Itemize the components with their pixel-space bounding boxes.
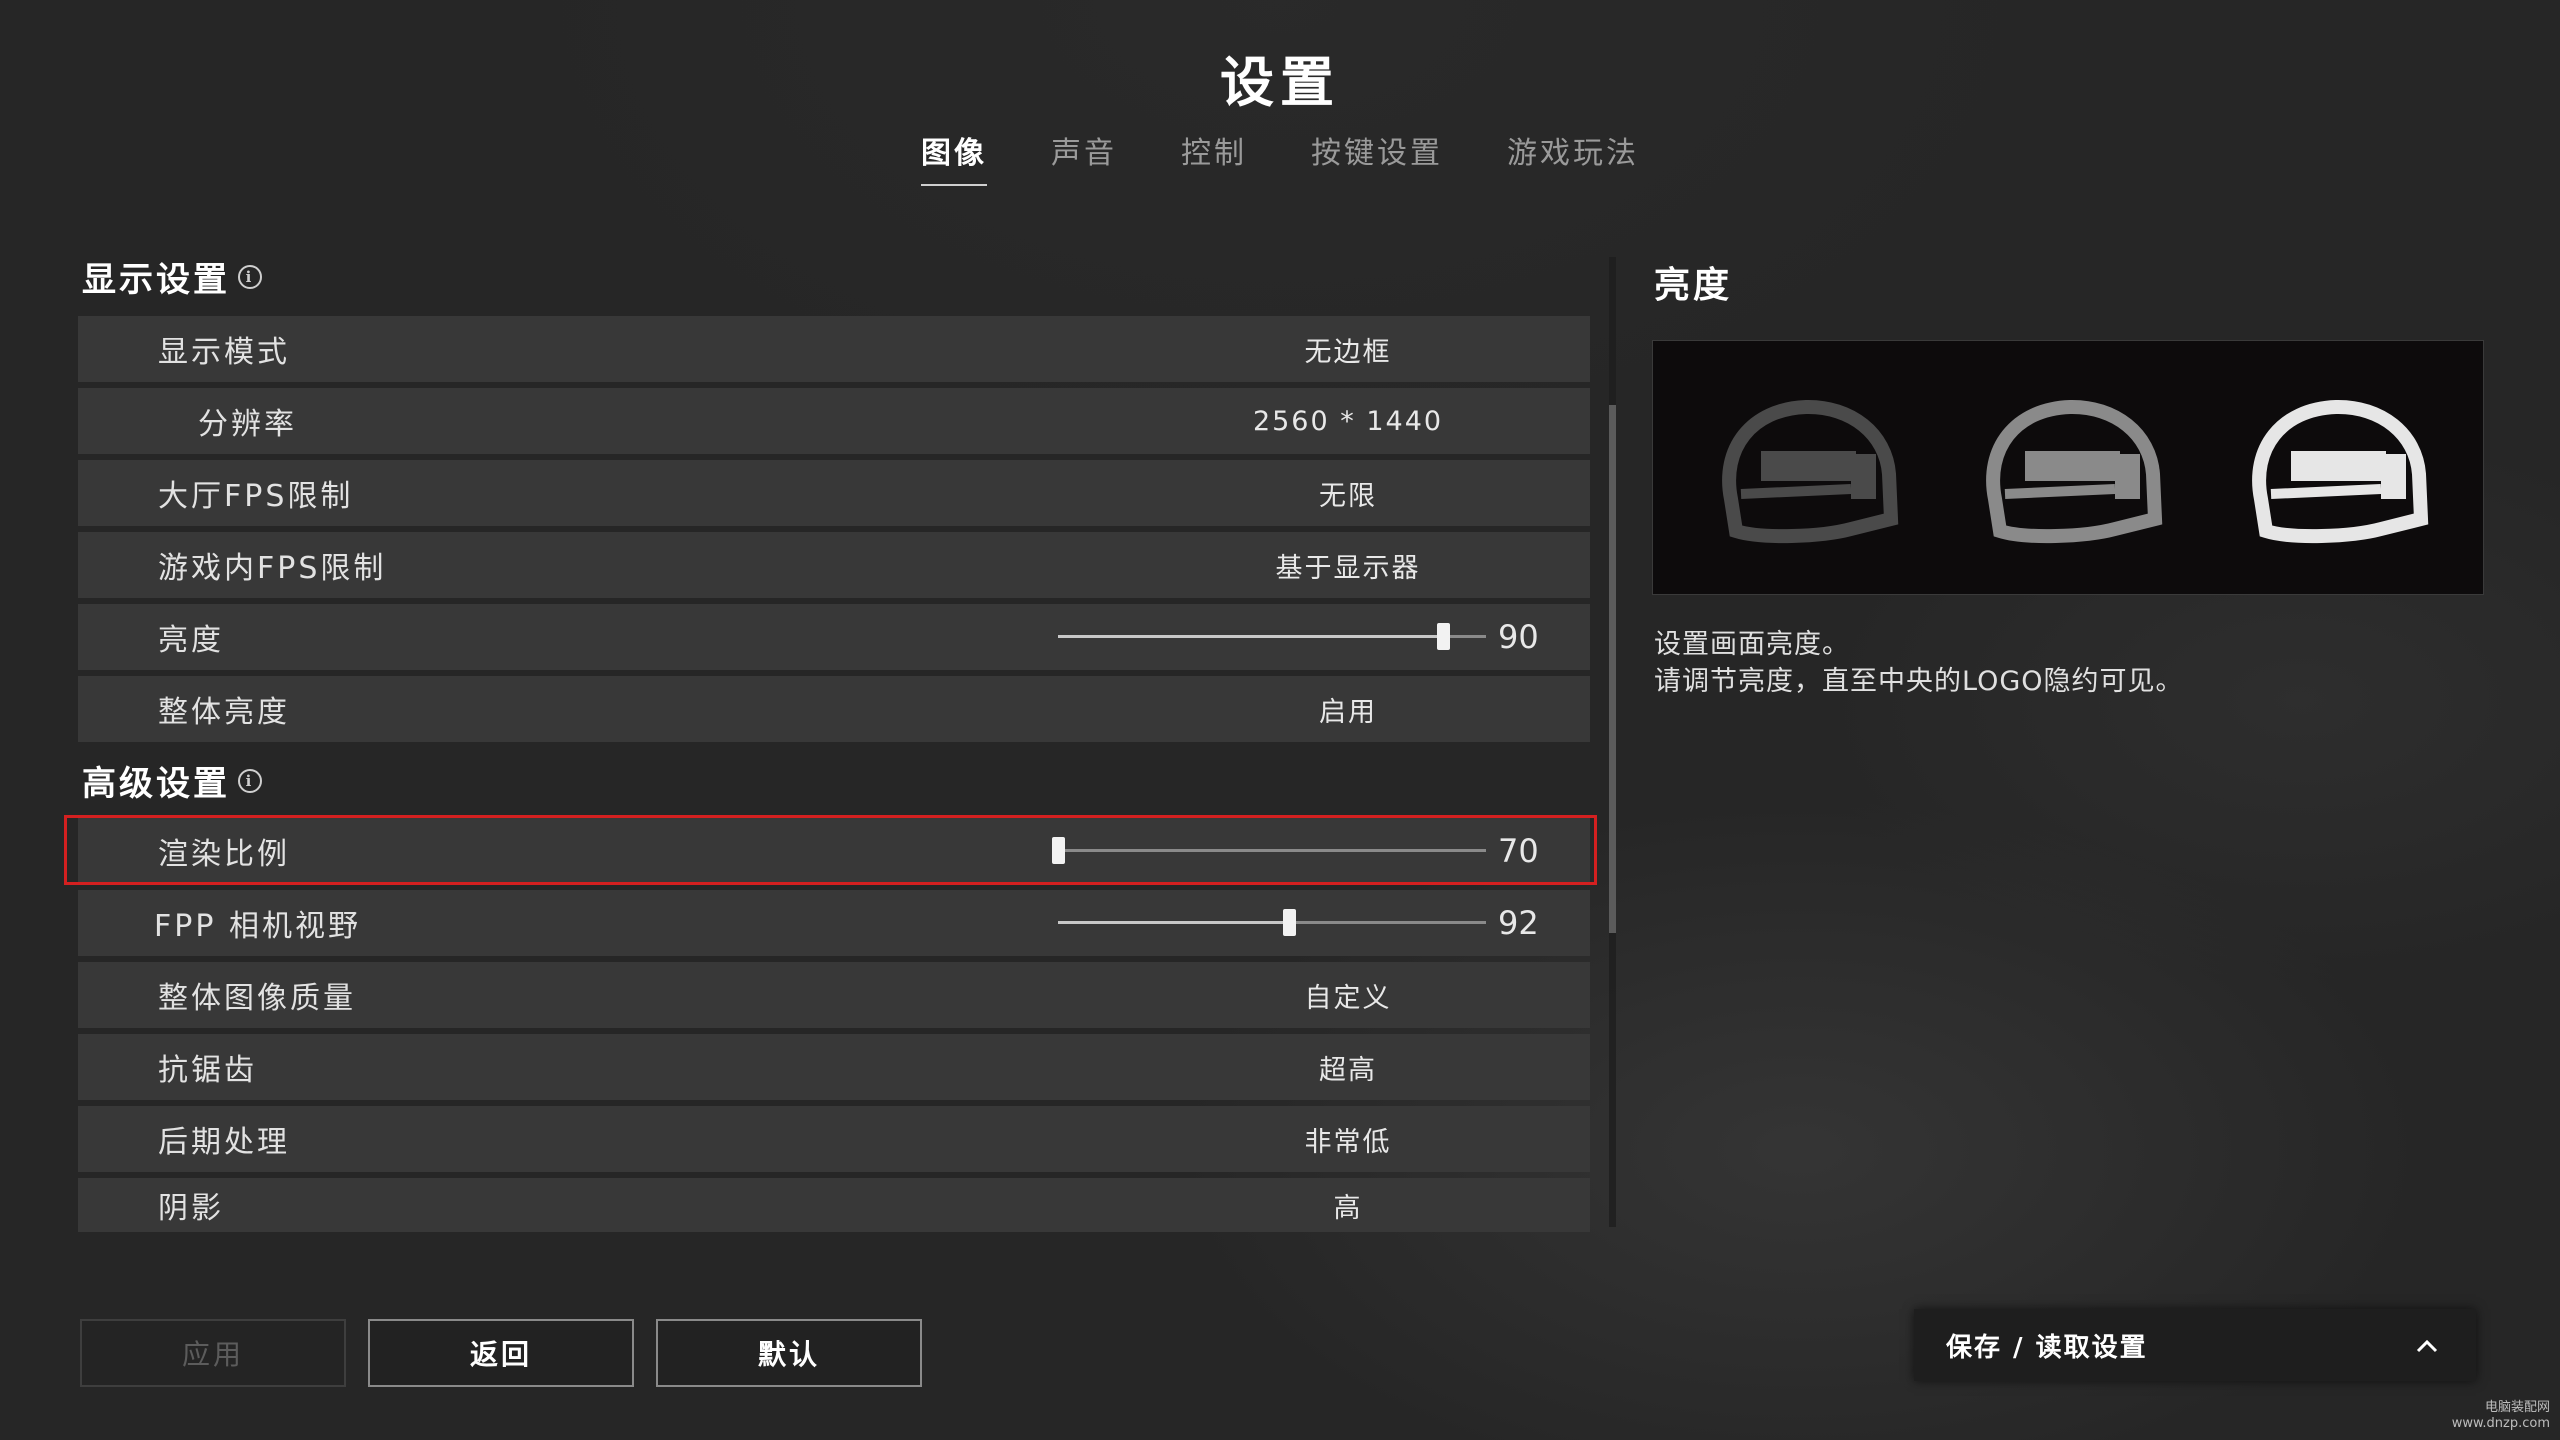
setting-row-brightness[interactable]: 亮度 90: [78, 604, 1590, 670]
setting-row-display-mode[interactable]: 显示模式 无边框: [78, 316, 1590, 382]
apply-button[interactable]: 应用: [80, 1319, 346, 1387]
description-line: 请调节亮度，直至中央的LOGO隐约可见。: [1654, 666, 2184, 697]
tab-keybindings[interactable]: 按键设置: [1279, 128, 1475, 186]
setting-label: 分辨率: [198, 407, 297, 442]
fov-slider[interactable]: [1058, 909, 1486, 936]
info-icon[interactable]: i: [238, 768, 262, 793]
slider-fill: [1058, 921, 1289, 924]
watermark: 电脑装配网 www.dnzp.com: [2452, 1400, 2550, 1432]
setting-value[interactable]: 超高: [1158, 1048, 1538, 1087]
setting-value[interactable]: 高: [1158, 1186, 1538, 1225]
detail-title: 亮度: [1654, 265, 1733, 306]
setting-row-anti-aliasing[interactable]: 抗锯齿 超高: [78, 1034, 1590, 1100]
slider-value: 92: [1498, 904, 1539, 942]
tab-controls[interactable]: 控制: [1149, 128, 1279, 186]
setting-label: 阴影: [158, 1191, 224, 1226]
default-button[interactable]: 默认: [656, 1319, 922, 1387]
slider-value: 90: [1498, 618, 1539, 656]
setting-label: 后期处理: [158, 1125, 290, 1160]
setting-label: 亮度: [158, 623, 224, 658]
advanced-settings-header: 高级设置 i: [82, 756, 262, 805]
save-load-settings-button[interactable]: 保存 / 读取设置: [1914, 1309, 2476, 1381]
tab-gameplay[interactable]: 游戏玩法: [1475, 128, 1671, 186]
selection-highlight: [64, 815, 1597, 885]
setting-label: 显示模式: [158, 335, 290, 370]
setting-label: FPP 相机视野: [154, 909, 361, 944]
setting-value[interactable]: 自定义: [1158, 976, 1538, 1015]
scrollbar-thumb[interactable]: [1609, 405, 1616, 933]
setting-value[interactable]: 无边框: [1158, 330, 1538, 369]
setting-row-shadows[interactable]: 阴影 高: [78, 1178, 1590, 1232]
setting-row-overall-brightness[interactable]: 整体亮度 启用: [78, 676, 1590, 742]
brightness-slider[interactable]: [1058, 623, 1486, 650]
info-icon[interactable]: i: [238, 264, 262, 289]
helmet-logo-bright-icon: [2252, 399, 2429, 544]
slider-fill: [1058, 635, 1443, 638]
setting-row-ingame-fps[interactable]: 游戏内FPS限制 基于显示器: [78, 532, 1590, 598]
detail-description: 设置画面亮度。 请调节亮度，直至中央的LOGO隐约可见。: [1654, 626, 2184, 700]
setting-row-image-quality[interactable]: 整体图像质量 自定义: [78, 962, 1590, 1028]
setting-row-lobby-fps[interactable]: 大厅FPS限制 无限: [78, 460, 1590, 526]
setting-row-resolution[interactable]: 分辨率 2560 * 1440: [78, 388, 1590, 454]
tab-sound[interactable]: 声音: [1019, 128, 1149, 186]
setting-label: 整体图像质量: [158, 981, 356, 1016]
setting-value[interactable]: 基于显示器: [1158, 546, 1538, 585]
slider-thumb[interactable]: [1437, 623, 1450, 650]
settings-scrollbar[interactable]: [1609, 257, 1616, 1227]
tab-bar: 图像 声音 控制 按键设置 游戏玩法: [0, 128, 2560, 186]
helmet-logo-medium-icon: [1986, 399, 2163, 544]
setting-row-post-processing[interactable]: 后期处理 非常低: [78, 1106, 1590, 1172]
back-button[interactable]: 返回: [368, 1319, 634, 1387]
setting-value[interactable]: 2560 * 1440: [1158, 406, 1538, 437]
setting-row-fpp-fov[interactable]: FPP 相机视野 92: [78, 890, 1590, 956]
setting-label: 游戏内FPS限制: [158, 551, 387, 586]
tab-graphics[interactable]: 图像: [889, 128, 1019, 186]
setting-label: 大厅FPS限制: [158, 479, 354, 514]
helmet-logo-dark-icon: [1722, 399, 1899, 544]
advanced-settings-title: 高级设置: [82, 764, 230, 804]
setting-value[interactable]: 启用: [1158, 690, 1538, 729]
display-settings-header: 显示设置 i: [82, 252, 262, 301]
setting-label: 整体亮度: [158, 695, 290, 730]
setting-value[interactable]: 无限: [1158, 474, 1538, 513]
slider-thumb[interactable]: [1283, 909, 1296, 936]
watermark-line: www.dnzp.com: [2451, 1416, 2550, 1431]
setting-value[interactable]: 非常低: [1158, 1120, 1538, 1159]
setting-label: 抗锯齿: [158, 1053, 257, 1088]
page-title: 设置: [1220, 51, 1340, 114]
brightness-preview: [1652, 340, 2484, 595]
display-settings-title: 显示设置: [82, 260, 230, 300]
description-line: 设置画面亮度。: [1654, 629, 1850, 660]
chevron-up-icon[interactable]: [2416, 1335, 2438, 1357]
save-load-label: 保存 / 读取设置: [1946, 1332, 2148, 1363]
watermark-line: 电脑装配网: [2484, 1400, 2550, 1415]
